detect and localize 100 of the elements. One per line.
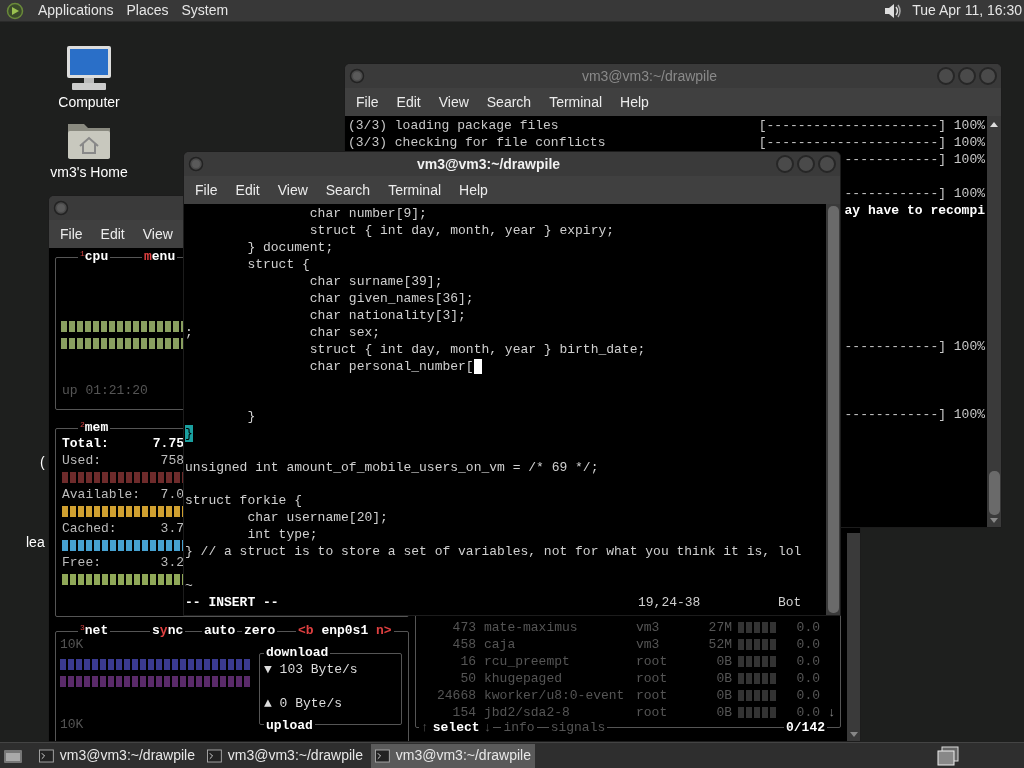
memory-value: 3.7 [160, 520, 184, 537]
menu-item[interactable]: File [187, 179, 226, 201]
table-cell-text: jbd2/sda2-8 [483, 704, 571, 721]
close-button[interactable] [818, 155, 836, 173]
window-menu-icon [349, 68, 365, 84]
table-cell-text: rcu_preempt [483, 653, 571, 670]
logo-icon [5, 1, 25, 20]
menu-item[interactable]: Edit [388, 91, 429, 113]
menu-item[interactable]: Terminal [541, 91, 611, 113]
meter-drawing [738, 639, 776, 650]
memory-label: Free: [62, 554, 101, 571]
desktop-icon-label[interactable]: Computer [58, 94, 120, 110]
terminal-text: ------------] 100% [844, 338, 985, 355]
window-title: vm3@vm3:~/drawpile [415, 154, 562, 174]
menu-item[interactable]: Search [478, 91, 540, 113]
table-cell-text: 24668 [436, 687, 476, 704]
table-cell-text: 0.0 [795, 687, 820, 704]
close-button[interactable] [979, 67, 997, 85]
terminal-text: ------------] 100% [844, 406, 985, 423]
box-tab[interactable]: <b enp0s1 n> [296, 622, 394, 639]
table-cell-text: root [636, 653, 669, 670]
menu-item[interactable]: Help [612, 91, 657, 113]
taskbar-button[interactable]: vm3@vm3:~/drawpile [35, 743, 199, 768]
table-cell-text: root [636, 687, 669, 704]
code-line: int type; [246, 526, 318, 544]
memory-value: 7.0 [160, 486, 184, 503]
menu-item[interactable]: Edit [92, 223, 133, 245]
computer-icon [64, 44, 114, 92]
terminal-text: ------------] 100% [844, 151, 985, 168]
menu-item[interactable]: Edit [227, 179, 268, 201]
memory-value: 7.75 [152, 435, 184, 452]
code-line: struct { int day, month, year } birth_date; [308, 341, 646, 358]
scroll-down-icon [848, 729, 859, 739]
menu-item[interactable]: View [134, 223, 181, 245]
scroll-mark: ↓ [828, 704, 836, 721]
table-cell-text: 458 [451, 636, 476, 653]
table-cell-text: root [636, 704, 669, 721]
terminal-text: [----------------------] 100% [758, 134, 985, 151]
table-cell-text: 154 [451, 704, 476, 721]
table-cell-text: 27M [707, 619, 732, 636]
cursor-position: 19,24-38 [638, 593, 702, 611]
table-cell-text: 0.0 [795, 619, 820, 636]
menu-item[interactable]: Terminal [380, 179, 450, 201]
panel-menu[interactable]: Places [121, 0, 174, 21]
scale-label: 10K [60, 636, 85, 653]
taskbar-button[interactable]: vm3@vm3:~/drawpile [203, 743, 367, 768]
memory-label: Total: [62, 435, 109, 452]
code-line: } [246, 408, 256, 426]
table-cell-text: 0B [715, 653, 732, 670]
code-line: struct forkie { [185, 492, 303, 510]
panel-menu[interactable]: System [176, 0, 234, 21]
code-line: ; char sex; [185, 324, 381, 341]
menu-item[interactable]: View [430, 91, 477, 113]
table-cell-text: 0.0 [795, 636, 820, 653]
panel-menu[interactable]: Applications [33, 0, 119, 21]
menu-item[interactable]: File [52, 223, 91, 245]
scroll-up-icon [989, 120, 999, 130]
workspace-icon [936, 745, 960, 766]
desktop-icon-label[interactable]: vm3's Home [50, 164, 128, 180]
menu-item[interactable]: Help [451, 179, 496, 201]
terminal-icon [207, 748, 222, 763]
maximize-button[interactable] [958, 67, 976, 85]
desktop-icon-label[interactable]: lea [26, 532, 45, 553]
table-cell-text: 0B [715, 670, 732, 687]
scrollbar[interactable] [847, 533, 860, 741]
code-line: char nationality[3]; [308, 307, 466, 324]
code-line: char surname[39]; [308, 273, 443, 290]
table-cell-text: vm3 [636, 636, 661, 653]
terminal-text: ay have to recompi [844, 202, 985, 219]
code-line: struct { [246, 256, 310, 273]
scrollbar[interactable] [987, 116, 1001, 527]
code-line: char number[9]; [308, 205, 427, 222]
menu-item[interactable]: File [348, 91, 387, 113]
table-cell-text: 0.0 [795, 704, 820, 721]
table-cell-text: 0.0 [795, 653, 820, 670]
scroll-position: Bot [778, 593, 803, 611]
table-cell-text: 52M [707, 636, 732, 653]
table-cell-text: root [636, 670, 669, 687]
minimize-button[interactable] [937, 67, 955, 85]
code-line: char given_names[36]; [308, 290, 474, 307]
scrollbar-thumb[interactable] [988, 471, 1000, 515]
code-line: } // a struct is to store a set of variables, not for what you think it is, lol [185, 543, 802, 561]
menu-item[interactable]: Search [317, 179, 379, 201]
code-line: char personal_number[ [308, 358, 474, 375]
maximize-button[interactable] [797, 155, 815, 173]
menu-item[interactable]: View [269, 179, 316, 201]
terminal-text: [----------------------] 100% [758, 117, 985, 134]
memory-label: Available: [62, 486, 140, 503]
upload-speed: ▲ 0 Byte/s [264, 695, 343, 712]
clock: Tue Apr 11, 16:30 [912, 1, 1022, 20]
code-line: unsigned int amount_of_mobile_users_on_vm = /* 69 */; [185, 458, 599, 476]
window-menu-icon [188, 156, 204, 172]
window-title: vm3@vm3:~/drawpile [580, 66, 719, 86]
taskbar-button[interactable]: vm3@vm3:~/drawpile [371, 743, 535, 768]
meter-drawing [738, 673, 776, 684]
uptime-text: up 01:21:20 [61, 382, 149, 399]
desktop-icon-label[interactable]: ( [40, 452, 45, 473]
terminal-text: (3/3) loading package files [348, 117, 559, 134]
terminal-text: (3/3) checking for file conflicts [348, 134, 606, 151]
minimize-button[interactable] [776, 155, 794, 173]
